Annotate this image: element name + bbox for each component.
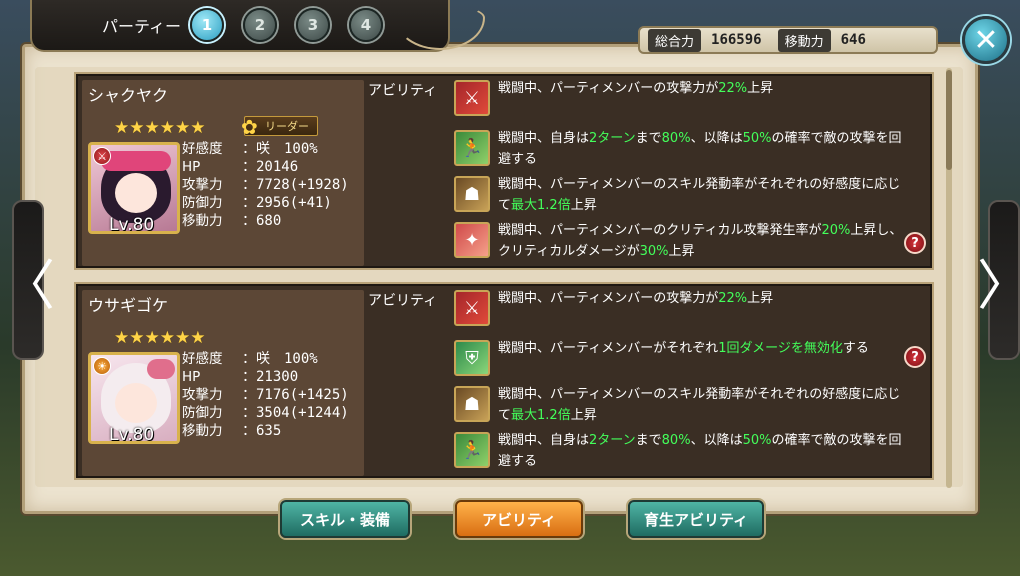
member-stats: 好感度 ：咲 100% HP ：21300 攻撃力 ：7176(+1425) 防御力：… [182, 350, 349, 440]
chevron-left-icon: 〈 [1, 253, 55, 317]
member-name: ウサギゴケ [88, 296, 169, 315]
sword-icon[interactable]: ⚔ [454, 290, 490, 326]
flower-icon: ✿ [241, 115, 258, 139]
portrait-ribbon [101, 151, 171, 171]
ability-row: 🏃 戦闘中、自身は2ターンまで80%、以降は50%の確率で敵の攻撃を回避する [452, 128, 928, 174]
ability-row: ⛨ 戦闘中、パーティメンバーがそれぞれ1回ダメージを無効化する [452, 338, 928, 384]
member-stats: 好感度 ：咲 100% HP ：20146 攻撃力 ：7728(+1928) 防御力：… [182, 140, 349, 230]
skill-equip-button[interactable]: スキル・装備 [280, 500, 410, 538]
stat-movement: 移動力 ：680 [182, 213, 282, 229]
skill-icon[interactable]: ☗ [454, 386, 490, 422]
level-label: Lv.80 [109, 425, 155, 444]
help-icon[interactable]: ? [904, 346, 926, 368]
portrait-face [115, 173, 157, 213]
ability-text: 戦闘中、パーティメンバーの攻撃力が22%上昇 [498, 81, 774, 96]
ability-row: ⚔ 戦闘中、パーティメンバーの攻撃力が22%上昇 [452, 288, 928, 334]
element-icon: ☀ [93, 357, 111, 375]
member-card-2: ウサギゴケ ★★★★★★ ☀ Lv.80 好感度 ：咲 100% HP ：21300… [74, 282, 934, 480]
portrait-ribbon [147, 359, 175, 379]
ability-row: ☗ 戦闘中、パーティメンバーのスキル発動率がそれぞれの好感度に応じて最大1.2倍… [452, 174, 928, 220]
ability-list: ⚔ 戦闘中、パーティメンバーの攻撃力が22%上昇 ⛨ 戦闘中、パーティメンバーが… [452, 288, 928, 472]
close-button[interactable]: ✕ [962, 16, 1010, 64]
ability-text: 戦闘中、パーティメンバーのスキル発動率がそれぞれの好感度に応じて最大1.2倍上昇 [498, 177, 901, 213]
ability-row: ✦ 戦闘中、パーティメンバーのクリティカル攻撃発生率が20%上昇し、クリティカル… [452, 220, 928, 266]
ability-row: 🏃 戦闘中、自身は2ターンまで80%、以降は50%の確率で敵の攻撃を回避する [452, 430, 928, 476]
skill-icon[interactable]: ☗ [454, 176, 490, 212]
total-power-value: 166596 [711, 32, 762, 48]
level-label: Lv.80 [109, 215, 155, 234]
party-tab-2[interactable]: 2 [243, 8, 277, 42]
member-info: シャクヤク ★★★★★★ ✿ リーダー ⚔ Lv.80 好感度 ：咲 100% H… [82, 80, 364, 266]
close-icon: ✕ [973, 22, 999, 58]
character-portrait[interactable]: ⚔ Lv.80 [88, 142, 180, 234]
growth-ability-button[interactable]: 育生アビリティ [628, 500, 764, 538]
stat-attack: 攻撃力 ：7728(+1928) [182, 177, 349, 193]
leader-badge-label: リーダー [265, 120, 309, 133]
ability-row: ☗ 戦闘中、パーティメンバーのスキル発動率がそれぞれの好感度に応じて最大1.2倍… [452, 384, 928, 430]
portrait-face [115, 383, 157, 423]
stat-hp: HP ：21300 [182, 369, 299, 385]
member-card-1: シャクヤク ★★★★★★ ✿ リーダー ⚔ Lv.80 好感度 ：咲 100% H… [74, 72, 934, 270]
crit-icon[interactable]: ✦ [454, 222, 490, 258]
member-info: ウサギゴケ ★★★★★★ ☀ Lv.80 好感度 ：咲 100% HP ：21300… [82, 290, 364, 476]
stat-attack: 攻撃力 ：7176(+1425) [182, 387, 349, 403]
prev-arrow-button[interactable]: 〈 [1, 200, 55, 360]
party-tab-1[interactable]: 1 [190, 8, 224, 42]
ability-heading: アビリティ [368, 293, 438, 309]
movement-label: 移動力 [777, 28, 831, 52]
element-icon: ⚔ [93, 147, 111, 165]
scrollbar-thumb[interactable] [946, 70, 952, 170]
stat-affection: 好感度 ：咲 100% [182, 351, 318, 367]
help-icon[interactable]: ? [904, 232, 926, 254]
ability-list: ⚔ 戦闘中、パーティメンバーの攻撃力が22%上昇 🏃 戦闘中、自身は2ターンまで… [452, 78, 928, 262]
member-name: シャクヤク [88, 86, 169, 105]
leader-badge: ✿ リーダー [241, 115, 318, 139]
chevron-right-icon: 〉 [977, 241, 1020, 320]
next-arrow-button[interactable]: 〉 [977, 200, 1020, 360]
party-tab-3[interactable]: 3 [296, 8, 330, 42]
stat-defense: 防御力 ：2956(+41) [182, 195, 332, 211]
character-portrait[interactable]: ☀ Lv.80 [88, 352, 180, 444]
stat-hp: HP ：20146 [182, 159, 299, 175]
sword-icon[interactable]: ⚔ [454, 80, 490, 116]
ability-button[interactable]: アビリティ [455, 500, 583, 538]
shield-icon[interactable]: ⛨ [454, 340, 490, 376]
ability-text: 戦闘中、自身は2ターンまで80%、以降は50%の確率で敵の攻撃を回避する [498, 433, 902, 469]
stat-movement: 移動力 ：635 [182, 423, 282, 439]
movement-value: 646 [840, 32, 866, 48]
ability-text: 戦闘中、パーティメンバーの攻撃力が22%上昇 [498, 291, 774, 306]
party-stats-bar: 総合力 166596 移動力 646 [638, 26, 938, 54]
dodge-icon[interactable]: 🏃 [454, 130, 490, 166]
ability-text: 戦闘中、パーティメンバーがそれぞれ1回ダメージを無効化する [498, 341, 869, 356]
ability-text: 戦闘中、パーティメンバーのスキル発動率がそれぞれの好感度に応じて最大1.2倍上昇 [498, 387, 901, 423]
rarity-stars: ★★★★★★ [114, 328, 206, 348]
total-power-label: 総合力 [648, 28, 702, 52]
party-title: パーティー [102, 17, 182, 36]
stat-defense: 防御力 ：3504(+1244) [182, 405, 349, 421]
party-header: パーティー [30, 0, 450, 52]
dodge-icon[interactable]: 🏃 [454, 432, 490, 468]
party-tab-4[interactable]: 4 [349, 8, 383, 42]
stat-affection: 好感度 ：咲 100% [182, 141, 318, 157]
ability-heading: アビリティ [368, 83, 438, 99]
rarity-stars: ★★★★★★ [114, 118, 206, 138]
ability-text: 戦闘中、パーティメンバーのクリティカル攻撃発生率が20%上昇し、クリティカルダメ… [498, 223, 903, 259]
ability-text: 戦闘中、自身は2ターンまで80%、以降は50%の確率で敵の攻撃を回避する [498, 131, 902, 167]
ability-row: ⚔ 戦闘中、パーティメンバーの攻撃力が22%上昇 [452, 78, 928, 124]
